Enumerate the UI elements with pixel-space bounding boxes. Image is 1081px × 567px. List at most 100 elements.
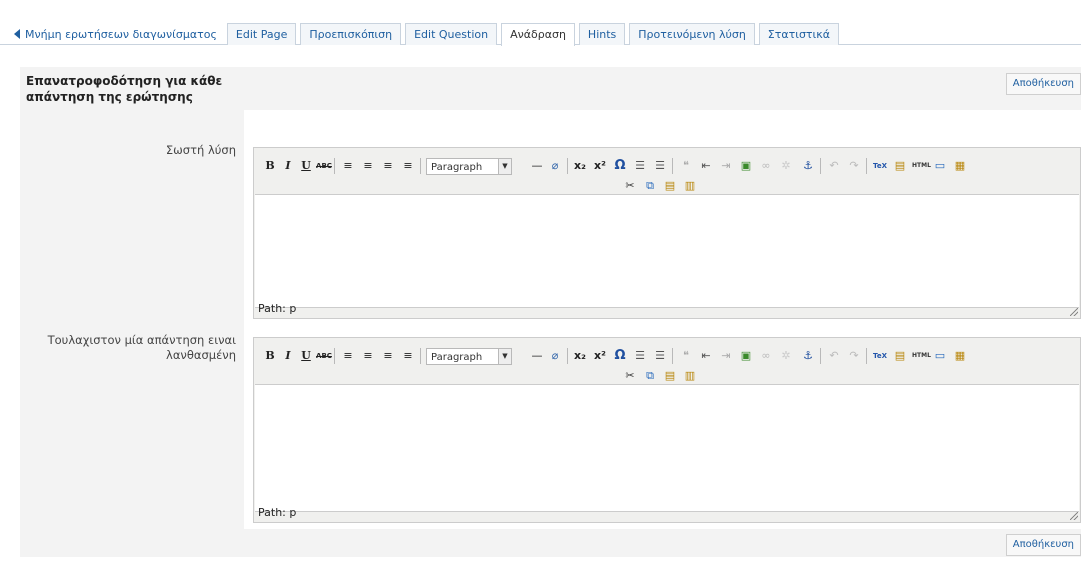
editor-toolbar: B I U ABC ≡ ≡ ≡ ≡ Paragraph ▼ — ⌀ x₂ x² Ω ☰ ☰ ❝ ⇤ ⇥ ▣ ∞ ✲ ⚓ ↶ ↷ Te… xyxy=(254,338,1080,383)
underline-button[interactable]: U xyxy=(298,348,314,364)
editor-toolbar: B I U ABC ≡ ≡ ≡ ≡ Paragraph ▼ — ⌀ x₂ x² Ω ☰ ☰ ❝ ⇤ ⇥ ▣ ∞ ✲ ⚓ ↶ ↷ Te… xyxy=(254,148,1080,193)
strikethrough-button[interactable]: ABC xyxy=(316,158,332,174)
bold-button[interactable]: B xyxy=(262,348,278,364)
paste-word-icon[interactable]: ▥ xyxy=(682,178,698,194)
chevron-down-icon: ▼ xyxy=(498,159,511,174)
tab-hints[interactable]: Hints xyxy=(578,23,626,45)
underline-button[interactable]: U xyxy=(298,158,314,174)
tab-statistics[interactable]: Στατιστικά xyxy=(758,23,840,45)
editor-incorrect: B I U ABC ≡ ≡ ≡ ≡ Paragraph ▼ — ⌀ x₂ x² Ω ☰ ☰ ❝ ⇤ ⇥ ▣ ∞ ✲ ⚓ ↶ ↷ Te… xyxy=(253,337,1081,523)
outdent-icon[interactable]: ⇤ xyxy=(698,348,714,364)
superscript-icon[interactable]: x² xyxy=(592,348,608,364)
unlink-icon[interactable]: ✲ xyxy=(778,348,794,364)
paste-word-icon[interactable]: ▥ xyxy=(682,368,698,384)
fullscreen-icon[interactable]: ▭ xyxy=(932,158,948,174)
indent-icon[interactable]: ⇥ xyxy=(718,348,734,364)
special-char-icon[interactable]: Ω xyxy=(612,158,628,174)
html-source-icon[interactable]: HTML xyxy=(912,158,931,174)
align-left-icon[interactable]: ≡ xyxy=(340,158,356,174)
paste-text-icon[interactable]: ▤ xyxy=(662,368,678,384)
format-select[interactable]: Paragraph ▼ xyxy=(426,158,512,175)
toolbar-separator xyxy=(420,158,421,174)
redo-icon[interactable]: ↷ xyxy=(846,348,862,364)
back-triangle-icon xyxy=(14,29,20,39)
tab-suggested-solution[interactable]: Προτεινόμενη λύση xyxy=(629,23,755,45)
numbered-list-icon[interactable]: ☰ xyxy=(652,158,668,174)
tex-icon[interactable]: TeX xyxy=(872,158,888,174)
align-right-icon[interactable]: ≡ xyxy=(380,348,396,364)
blockquote-icon[interactable]: ❝ xyxy=(678,158,694,174)
image-icon[interactable]: ▣ xyxy=(738,348,754,364)
italic-button[interactable]: I xyxy=(280,158,296,174)
special-char-icon[interactable]: Ω xyxy=(612,348,628,364)
horizontal-rule-icon[interactable]: — xyxy=(529,158,545,174)
align-center-icon[interactable]: ≡ xyxy=(360,348,376,364)
toolbar-separator xyxy=(820,348,821,364)
remove-format-icon[interactable]: ⌀ xyxy=(547,348,563,364)
redo-icon[interactable]: ↷ xyxy=(846,158,862,174)
cut-icon[interactable]: ✂ xyxy=(622,368,638,384)
unlink-icon[interactable]: ✲ xyxy=(778,158,794,174)
save-button-bottom[interactable]: Αποθήκευση xyxy=(1005,534,1081,556)
field-label-correct: Σωστή λύση xyxy=(20,143,244,158)
indent-icon[interactable]: ⇥ xyxy=(718,158,734,174)
tab-edit-page[interactable]: Edit Page xyxy=(226,23,297,45)
fullscreen-icon[interactable]: ▭ xyxy=(932,348,948,364)
paste-text-icon[interactable]: ▤ xyxy=(662,178,678,194)
field-label-text: Σωστή λύση xyxy=(165,143,236,157)
copy-icon[interactable]: ⧉ xyxy=(642,178,658,194)
align-center-icon[interactable]: ≡ xyxy=(360,158,376,174)
media-icon[interactable]: ▦ xyxy=(952,158,968,174)
format-select-value: Paragraph xyxy=(431,162,483,173)
align-right-icon[interactable]: ≡ xyxy=(380,158,396,174)
tab-feedback[interactable]: Ανάδραση xyxy=(501,23,575,46)
editor-content-area[interactable] xyxy=(255,384,1079,512)
toolbar-separator xyxy=(866,158,867,174)
tab-bar: Μνήμη ερωτήσεων διαγωνίσματος Edit Page … xyxy=(14,22,843,46)
resize-handle-icon[interactable] xyxy=(1070,512,1078,520)
editor-path: Path: p xyxy=(258,302,297,315)
paste-icon[interactable]: ▤ xyxy=(892,158,908,174)
horizontal-rule-icon[interactable]: — xyxy=(529,348,545,364)
image-icon[interactable]: ▣ xyxy=(738,158,754,174)
anchor-icon[interactable]: ⚓ xyxy=(800,348,816,364)
html-source-icon[interactable]: HTML xyxy=(912,348,931,364)
bullet-list-icon[interactable]: ☰ xyxy=(632,158,648,174)
format-select[interactable]: Paragraph ▼ xyxy=(426,348,512,365)
tab-question-bank[interactable]: Μνήμη ερωτήσεων διαγωνίσματος xyxy=(14,24,223,45)
undo-icon[interactable]: ↶ xyxy=(826,348,842,364)
toolbar-separator xyxy=(567,158,568,174)
anchor-icon[interactable]: ⚓ xyxy=(800,158,816,174)
tex-icon[interactable]: TeX xyxy=(872,348,888,364)
superscript-icon[interactable]: x² xyxy=(592,158,608,174)
undo-icon[interactable]: ↶ xyxy=(826,158,842,174)
link-icon[interactable]: ∞ xyxy=(758,158,774,174)
numbered-list-icon[interactable]: ☰ xyxy=(652,348,668,364)
media-icon[interactable]: ▦ xyxy=(952,348,968,364)
resize-handle-icon[interactable] xyxy=(1070,308,1078,316)
italic-button[interactable]: I xyxy=(280,348,296,364)
panel-title: Επανατροφοδότηση για κάθε απάντηση της ε… xyxy=(26,74,223,104)
copy-icon[interactable]: ⧉ xyxy=(642,368,658,384)
remove-format-icon[interactable]: ⌀ xyxy=(547,158,563,174)
tab-label: Μνήμη ερωτήσεων διαγωνίσματος xyxy=(25,28,217,41)
bullet-list-icon[interactable]: ☰ xyxy=(632,348,648,364)
paste-icon[interactable]: ▤ xyxy=(892,348,908,364)
align-left-icon[interactable]: ≡ xyxy=(340,348,356,364)
blockquote-icon[interactable]: ❝ xyxy=(678,348,694,364)
subscript-icon[interactable]: x₂ xyxy=(572,158,588,174)
outdent-icon[interactable]: ⇤ xyxy=(698,158,714,174)
tab-edit-question[interactable]: Edit Question xyxy=(405,23,498,45)
save-button-top[interactable]: Αποθήκευση xyxy=(1005,73,1081,95)
link-icon[interactable]: ∞ xyxy=(758,348,774,364)
align-justify-icon[interactable]: ≡ xyxy=(400,348,416,364)
editor-path: Path: p xyxy=(258,506,297,519)
subscript-icon[interactable]: x₂ xyxy=(572,348,588,364)
align-justify-icon[interactable]: ≡ xyxy=(400,158,416,174)
editor-content-area[interactable] xyxy=(255,194,1079,308)
panel-header: Επανατροφοδότηση για κάθε απάντηση της ε… xyxy=(20,67,1081,110)
cut-icon[interactable]: ✂ xyxy=(622,178,638,194)
tab-preview[interactable]: Προεπισκόπιση xyxy=(300,23,402,45)
bold-button[interactable]: B xyxy=(262,158,278,174)
strikethrough-button[interactable]: ABC xyxy=(316,348,332,364)
